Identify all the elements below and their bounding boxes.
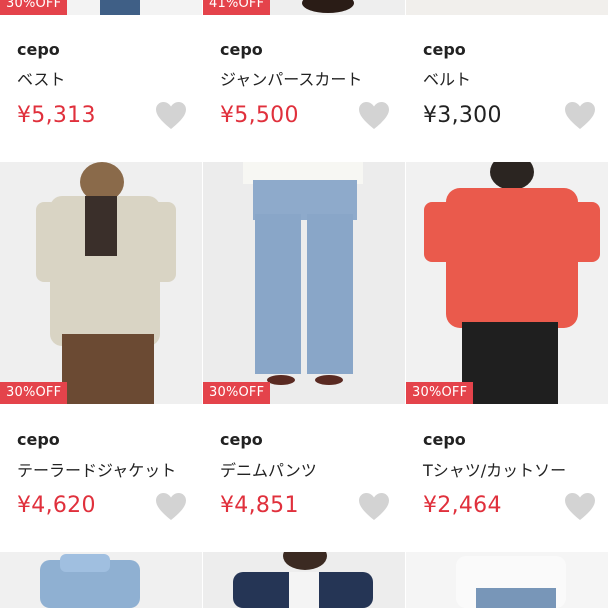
product-name: デニムパンツ [220, 461, 317, 480]
product-price: ¥5,500 [220, 103, 299, 128]
product-price: ¥4,851 [220, 493, 299, 518]
product-name: ベスト [17, 70, 66, 89]
heart-icon[interactable] [155, 492, 187, 522]
product-name: ジャンパースカート [220, 70, 363, 89]
product-photo-illustration [406, 552, 608, 608]
product-photo-illustration [0, 552, 202, 608]
product-image[interactable]: 30%OFF [406, 162, 608, 404]
product-photo-illustration [203, 162, 405, 404]
discount-badge: 41%OFF [203, 0, 271, 15]
product-price: ¥2,464 [423, 493, 502, 518]
product-price: ¥3,300 [423, 103, 502, 128]
product-card[interactable] [0, 552, 202, 608]
product-photo-illustration [203, 552, 405, 608]
product-price: ¥4,620 [17, 493, 96, 518]
brand-label: cepo [423, 430, 466, 449]
product-image[interactable]: 30%OFF [0, 0, 202, 15]
product-card[interactable] [203, 552, 405, 608]
product-image[interactable] [203, 552, 405, 608]
heart-icon[interactable] [358, 101, 390, 131]
product-image[interactable]: 30%OFF [203, 162, 405, 404]
product-card[interactable]: cepo ベルト ¥3,300 [406, 0, 608, 160]
product-grid: 30%OFF cepo ベスト ¥5,313 41%OFF cepo ジャンパー… [0, 0, 608, 608]
product-image[interactable]: 30%OFF [0, 162, 202, 404]
product-image[interactable] [406, 552, 608, 608]
brand-label: cepo [220, 40, 263, 59]
product-card[interactable]: 41%OFF cepo ジャンパースカート ¥5,500 [203, 0, 405, 160]
discount-badge: 30%OFF [0, 0, 68, 15]
product-photo-illustration [406, 162, 608, 404]
product-card[interactable]: 30%OFF cepo デニムパンツ ¥4,851 [203, 162, 405, 552]
product-image[interactable] [0, 552, 202, 608]
heart-icon[interactable] [155, 101, 187, 131]
product-price: ¥5,313 [17, 103, 96, 128]
heart-icon[interactable] [564, 101, 596, 131]
product-name: テーラードジャケット [17, 461, 177, 480]
brand-label: cepo [220, 430, 263, 449]
product-image[interactable]: 41%OFF [203, 0, 405, 15]
brand-label: cepo [423, 40, 466, 59]
product-name: Tシャツ/カットソー [423, 461, 567, 480]
discount-badge: 30%OFF [203, 382, 271, 404]
product-name: ベルト [423, 70, 472, 89]
heart-icon[interactable] [358, 492, 390, 522]
discount-badge: 30%OFF [0, 382, 68, 404]
product-image[interactable] [406, 0, 608, 15]
product-card[interactable]: 30%OFF cepo Tシャツ/カットソー ¥2,464 [406, 162, 608, 552]
product-card[interactable]: 30%OFF cepo ベスト ¥5,313 [0, 0, 202, 160]
heart-icon[interactable] [564, 492, 596, 522]
discount-badge: 30%OFF [406, 382, 474, 404]
product-photo-illustration [0, 162, 202, 404]
brand-label: cepo [17, 430, 60, 449]
product-card[interactable] [406, 552, 608, 608]
brand-label: cepo [17, 40, 60, 59]
product-card[interactable]: 30%OFF cepo テーラードジャケット ¥4,620 [0, 162, 202, 552]
